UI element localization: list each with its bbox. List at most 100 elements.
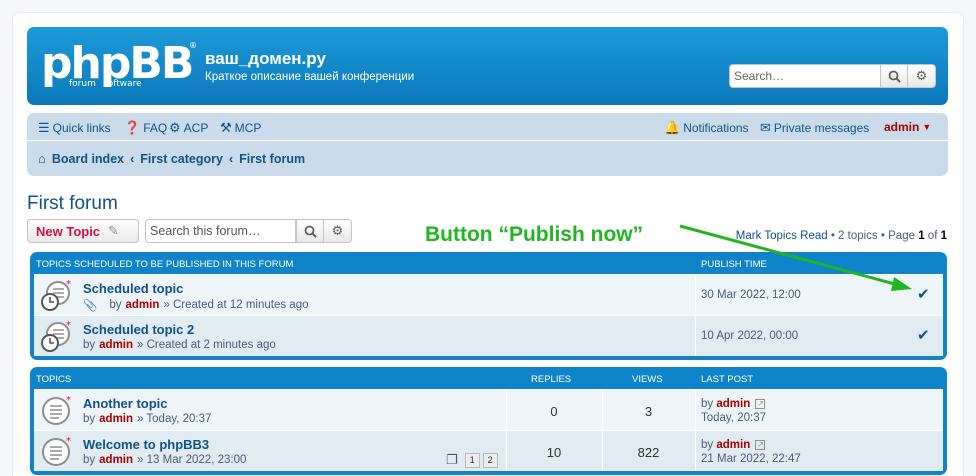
last-post-info: by admin ↗ Today, 20:37 <box>701 397 766 425</box>
author-link[interactable]: admin <box>99 339 133 351</box>
page-of: of <box>927 230 938 242</box>
header-search-input[interactable] <box>729 64 880 88</box>
private-messages-link[interactable]: ✉ Private messages <box>760 120 869 136</box>
forum-search-input[interactable] <box>145 219 296 243</box>
page-link[interactable]: 1 <box>464 453 480 468</box>
goto-post-icon[interactable]: ↗ <box>755 439 766 450</box>
topic-read-icon: * <box>42 436 71 466</box>
author-link[interactable]: admin <box>99 413 133 425</box>
topic-clock-icon: * <box>41 321 71 352</box>
breadcrumb-separator: ‹ <box>130 151 135 166</box>
views-header: Views <box>632 374 663 385</box>
topic-title-link[interactable]: Another topic <box>83 396 168 411</box>
site-title[interactable]: ваш_домен.ру <box>205 49 326 69</box>
topics-table: Topics Replies Views Last post * Another… <box>30 367 947 475</box>
site-logo[interactable]: phpBB ® forum software <box>41 38 197 93</box>
search-button[interactable] <box>880 64 908 88</box>
bell-icon: 🔔 <box>664 120 681 135</box>
hamburger-icon: ☰ <box>38 120 50 135</box>
nav-links: ☰ Quick links ❓ FAQ ⚙ ACP ⚒ MCP 🔔 Notifi… <box>38 120 938 136</box>
user-menu[interactable]: admin ▼ <box>884 120 931 134</box>
publish-time: 10 Apr 2022, 00:00 <box>701 330 799 342</box>
gavel-icon: ⚒ <box>220 120 232 135</box>
breadcrumb: ⌂ Board index ‹ First category ‹ First f… <box>38 151 305 166</box>
views-count: 3 <box>644 404 653 419</box>
mark-topics-read-link[interactable]: Mark Topics Read <box>736 230 828 242</box>
svg-text:*: * <box>66 436 71 447</box>
svg-text:*: * <box>66 321 71 331</box>
logo-sub-software: software <box>103 79 142 89</box>
table-row: * Scheduled topic 📎 by admin » Created a… <box>34 274 943 315</box>
forum-search-button[interactable] <box>296 219 324 243</box>
svg-text:*: * <box>66 395 71 406</box>
notifications-label: Notifications <box>683 121 749 135</box>
column-divider <box>695 316 696 356</box>
topic-clock-icon: * <box>41 280 71 311</box>
navbar: ☰ Quick links ❓ FAQ ⚙ ACP ⚒ MCP 🔔 Notifi… <box>27 113 948 176</box>
inbox-icon: ✉ <box>760 120 771 135</box>
new-topic-label: New Topic <box>36 223 101 239</box>
last-post-author-link[interactable]: admin <box>716 398 750 410</box>
last-post-header: Last post <box>701 374 754 385</box>
acp-label: ACP <box>183 121 209 135</box>
page-label: Page <box>888 230 915 242</box>
advanced-search-button[interactable]: ⚙ <box>908 64 936 88</box>
faq-link[interactable]: ❓ FAQ <box>124 120 167 136</box>
replies-count: 0 <box>550 404 558 419</box>
question-circle-icon: ❓ <box>124 120 141 135</box>
goto-post-icon[interactable]: ↗ <box>755 398 766 409</box>
quick-links-menu[interactable]: ☰ Quick links <box>38 120 111 136</box>
forum-advanced-search-button[interactable]: ⚙ <box>324 219 352 243</box>
by-label: by <box>701 398 714 410</box>
home-icon: ⌂ <box>38 151 46 166</box>
last-post-time: Today, 20:37 <box>701 412 767 424</box>
paperclip-icon: 📎 <box>83 300 98 312</box>
breadcrumb-first-category[interactable]: First category <box>140 152 223 166</box>
table-row: * Scheduled topic 2 by admin » Created a… <box>34 315 943 356</box>
by-label: by <box>83 339 96 351</box>
publish-now-check-icon[interactable]: ✔ <box>917 326 930 344</box>
topic-meta: by admin » 13 Mar 2022, 23:00 <box>83 454 246 466</box>
author-link[interactable]: admin <box>125 299 159 311</box>
mcp-link[interactable]: ⚒ MCP <box>220 120 261 136</box>
acp-link[interactable]: ⚙ ACP <box>169 120 208 136</box>
publish-time: 30 Mar 2022, 12:00 <box>701 289 801 301</box>
scheduled-topics-table: Topics scheduled to be published in this… <box>30 252 947 360</box>
topic-title-link[interactable]: Scheduled topic 2 <box>83 322 194 337</box>
notifications-link[interactable]: 🔔 Notifications <box>664 120 749 136</box>
publish-now-check-icon[interactable]: ✔ <box>917 285 930 303</box>
forum-title[interactable]: First forum <box>27 193 118 215</box>
svg-text:*: * <box>66 280 71 290</box>
topic-title-link[interactable]: Scheduled topic <box>83 281 183 296</box>
last-post-time: 21 Mar 2022, 22:47 <box>701 453 801 465</box>
private-messages-label: Private messages <box>773 121 870 135</box>
page-total: 1 <box>940 230 947 242</box>
column-divider <box>695 275 696 315</box>
quick-links-label: Quick links <box>52 121 111 135</box>
registered-mark: ® <box>189 41 197 50</box>
topic-meta: by admin » Today, 20:37 <box>83 413 211 425</box>
caret-down-icon: ▼ <box>922 122 932 132</box>
by-label: by <box>701 439 714 451</box>
page-link[interactable]: 2 <box>482 453 498 468</box>
search-icon <box>304 225 317 238</box>
table-row: * Welcome to phpBB3 by admin » 13 Mar 20… <box>34 430 943 471</box>
author-link[interactable]: admin <box>99 454 133 466</box>
topics-header-title: Topics <box>36 374 72 385</box>
site-description: Краткое описание вашей конференции <box>205 71 415 83</box>
replies-count: 10 <box>546 445 562 460</box>
page-current: 1 <box>918 230 925 242</box>
scheduled-header-title: Topics scheduled to be published in this… <box>36 259 294 270</box>
breadcrumb-board-index[interactable]: Board index <box>52 152 124 166</box>
topic-title-link[interactable]: Welcome to phpBB3 <box>83 437 209 452</box>
gear-icon: ⚙ <box>915 68 928 84</box>
bullet-separator: • <box>830 230 839 242</box>
new-topic-button[interactable]: New Topic ✎ <box>27 219 139 243</box>
username-label: admin <box>884 120 920 134</box>
topics-count: 2 topics <box>838 230 878 242</box>
gear-icon: ⚙ <box>331 223 344 239</box>
breadcrumb-first-forum[interactable]: First forum <box>239 152 305 166</box>
last-post-author-link[interactable]: admin <box>716 439 750 451</box>
pages-stack-icon: ❐ <box>446 453 458 468</box>
breadcrumb-separator: ‹ <box>228 151 234 166</box>
